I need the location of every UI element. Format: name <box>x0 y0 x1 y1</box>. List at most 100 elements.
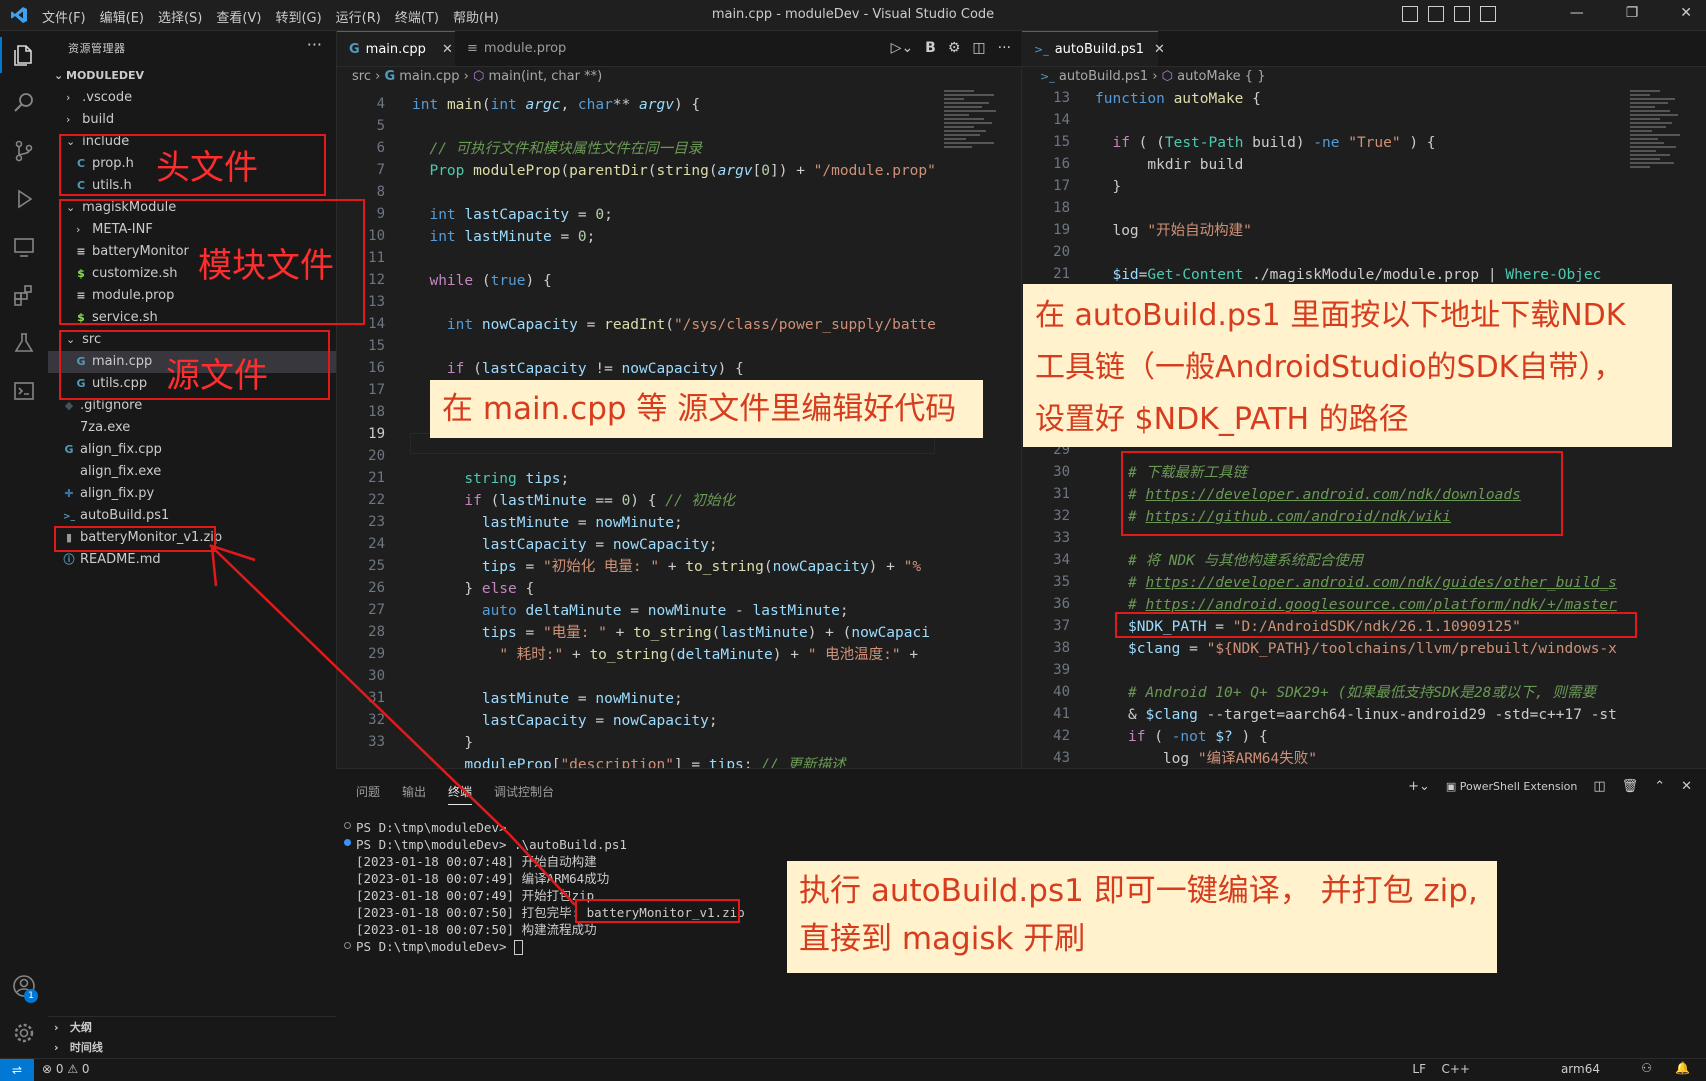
tree-item-align-fix-py[interactable]: ✚ align_fix.py <box>48 483 336 505</box>
source-control-icon[interactable] <box>12 139 36 163</box>
run-debug-dropdown-icon[interactable]: ▷⌄ <box>891 40 914 56</box>
minimize-icon[interactable]: — <box>1570 5 1584 21</box>
menu-view[interactable]: 查看(V) <box>216 7 261 26</box>
remote-indicator-icon[interactable]: ⇌ <box>0 1059 34 1081</box>
notifications-bell-icon[interactable]: 🔔 <box>1675 1061 1690 1075</box>
split-terminal-icon[interactable]: ◫ <box>1593 779 1605 794</box>
line-number: 23 <box>368 514 385 530</box>
tree-item-build[interactable]: › build <box>48 109 336 131</box>
split-editor-icon[interactable]: ◫ <box>972 40 985 56</box>
powershell-file-icon: >_ <box>1034 43 1049 56</box>
tree-item-7za-exe[interactable]: 7za.exe <box>48 417 336 439</box>
search-icon[interactable] <box>12 91 36 115</box>
tab-autobuild-ps1[interactable]: >_ autoBuild.ps1 ✕ <box>1022 31 1165 66</box>
tree-item-align-fix-cpp[interactable]: Galign_fix.cpp <box>48 439 336 461</box>
line-number: 20 <box>1053 244 1070 260</box>
remote-explorer-icon[interactable] <box>12 235 36 259</box>
panel-tab-problems[interactable]: 问题 <box>356 783 380 800</box>
close-tab-icon[interactable]: ✕ <box>442 42 453 57</box>
toggle-sidebar-icon[interactable] <box>1402 6 1418 22</box>
callout-edit-source: 在 main.cpp 等 源文件里编辑好代码 <box>430 380 983 438</box>
kill-terminal-trash-icon[interactable]: 🗑 <box>1622 779 1639 794</box>
testing-flask-icon[interactable] <box>12 331 36 355</box>
line-number: 19 <box>368 426 385 442</box>
line-number: 25 <box>368 558 385 574</box>
eol-indicator[interactable]: LF <box>1412 1062 1426 1076</box>
toggle-panel-icon[interactable] <box>1428 6 1444 22</box>
tree-label: align_fix.py <box>80 486 155 501</box>
breadcrumb-item[interactable]: main.cpp <box>399 69 459 84</box>
feedback-icon[interactable]: ⚇ <box>1641 1061 1652 1075</box>
line-number: 27 <box>368 602 385 618</box>
breadcrumb-item[interactable]: src <box>352 69 371 84</box>
close-tab-icon[interactable]: ✕ <box>1154 42 1165 57</box>
menu-file[interactable]: 文件(F) <box>42 7 86 26</box>
tab-module-prop[interactable]: ≡ module.prop <box>455 31 579 66</box>
editor-actions: ▷⌄ B ⚙ ◫ ··· <box>891 40 1011 56</box>
left-editor-tabs: Gmain.cpp ✕ ≡ module.prop ▷⌄ B ⚙ ◫ ··· <box>337 31 1021 67</box>
explorer-icon[interactable] <box>12 43 36 67</box>
extensions-icon[interactable] <box>12 283 36 307</box>
menu-run[interactable]: 运行(R) <box>336 7 381 26</box>
line-number: 41 <box>1053 706 1070 722</box>
panel-tab-output[interactable]: 输出 <box>402 783 426 800</box>
problems-indicator[interactable]: ⊗ 0 ⚠ 0 <box>42 1062 90 1076</box>
terminal-output[interactable]: PS D:\tmp\moduleDev> PS D:\tmp\moduleDev… <box>356 819 745 955</box>
outline-section[interactable]: › 大纲 <box>48 1016 336 1039</box>
code-autobuild-top[interactable]: function autoMake { if ( (Test-Path buil… <box>1095 88 1601 286</box>
settings-gear-icon[interactable] <box>12 1021 36 1045</box>
panel-tab-terminal[interactable]: 终端 <box>448 783 473 805</box>
command-decoration-icon <box>344 822 351 829</box>
callout-build-line: 直接到 magisk 开刷 <box>799 921 1086 957</box>
breadcrumb-item[interactable]: main(int, char **) <box>489 69 603 84</box>
close-window-icon[interactable]: ✕ <box>1680 5 1692 21</box>
tree-item-align-fix-exe[interactable]: align_fix.exe <box>48 461 336 483</box>
timeline-section[interactable]: › 时间线 <box>48 1037 336 1059</box>
panel-actions: +⌄ ▣ PowerShell Extension ◫ 🗑 ⌃ ✕ <box>1408 779 1692 794</box>
more-actions-icon[interactable]: ··· <box>307 35 322 54</box>
maximize-panel-icon[interactable]: ⌃ <box>1654 779 1665 794</box>
settings-gear-icon[interactable]: ⚙ <box>948 40 961 56</box>
minimap-left[interactable] <box>944 88 1004 178</box>
customize-layout-icon[interactable] <box>1480 6 1496 22</box>
new-terminal-icon[interactable]: +⌄ <box>1408 779 1430 794</box>
annotation-zip-box <box>54 526 216 552</box>
menu-go[interactable]: 转到(G) <box>275 7 321 26</box>
menu-help[interactable]: 帮助(H) <box>453 7 499 26</box>
run-debug-icon[interactable] <box>12 187 36 211</box>
menu-bar: 文件(F) 编辑(E) 选择(S) 查看(V) 转到(G) 运行(R) 终端(T… <box>42 7 499 26</box>
restore-icon[interactable]: ❐ <box>1626 5 1639 21</box>
breadcrumb-item[interactable]: autoMake { } <box>1177 69 1265 84</box>
workspace-root[interactable]: ⌄ MODULEDEV <box>48 65 336 87</box>
bold-b-icon[interactable]: B <box>925 40 936 56</box>
menu-terminal[interactable]: 终端(T) <box>395 7 439 26</box>
tab-main-cpp[interactable]: Gmain.cpp ✕ <box>337 31 455 66</box>
menu-edit[interactable]: 编辑(E) <box>100 7 144 26</box>
arch-indicator[interactable]: arm64 <box>1561 1062 1600 1076</box>
tree-item-vscode[interactable]: › .vscode <box>48 87 336 109</box>
line-number: 26 <box>368 580 385 596</box>
powershell-file-icon: >_ <box>1040 70 1055 83</box>
line-number: 8 <box>376 184 385 200</box>
terminal-line: [2023-01-18 00:07:49] 编译ARM64成功 <box>356 871 610 886</box>
line-number: 42 <box>1053 728 1070 744</box>
terminal-line: PS D:\tmp\moduleDev> .\autoBuild.ps1 <box>356 837 627 852</box>
terminal-view-icon[interactable] <box>12 379 36 403</box>
terminal-shell-selector[interactable]: ▣ PowerShell Extension <box>1446 780 1578 793</box>
panel-tab-debug-console[interactable]: 调试控制台 <box>494 783 554 800</box>
menu-selection[interactable]: 选择(S) <box>158 7 202 26</box>
tree-item-readme[interactable]: ⓘ README.md <box>48 549 336 571</box>
breadcrumb-item[interactable]: autoBuild.ps1 <box>1059 69 1148 84</box>
line-number: 14 <box>1053 112 1070 128</box>
more-actions-icon[interactable]: ··· <box>998 40 1011 56</box>
callout-build-line: 执行 autoBuild.ps1 即可一键编译， 并打包 zip, <box>799 873 1478 909</box>
annotation-terminal-zip-box <box>575 899 740 923</box>
tree-label: 7za.exe <box>80 420 131 435</box>
toggle-secondary-sidebar-icon[interactable] <box>1454 6 1470 22</box>
terminal-line: [2023-01-18 00:07:48] 开始自动构建 <box>356 854 597 869</box>
language-mode[interactable]: C++ <box>1442 1062 1471 1076</box>
close-panel-icon[interactable]: ✕ <box>1681 779 1692 794</box>
vscode-logo-icon <box>11 7 27 23</box>
minimap-right[interactable] <box>1630 88 1690 228</box>
tree-item-autobuild-ps1[interactable]: >_ autoBuild.ps1 <box>48 505 336 527</box>
